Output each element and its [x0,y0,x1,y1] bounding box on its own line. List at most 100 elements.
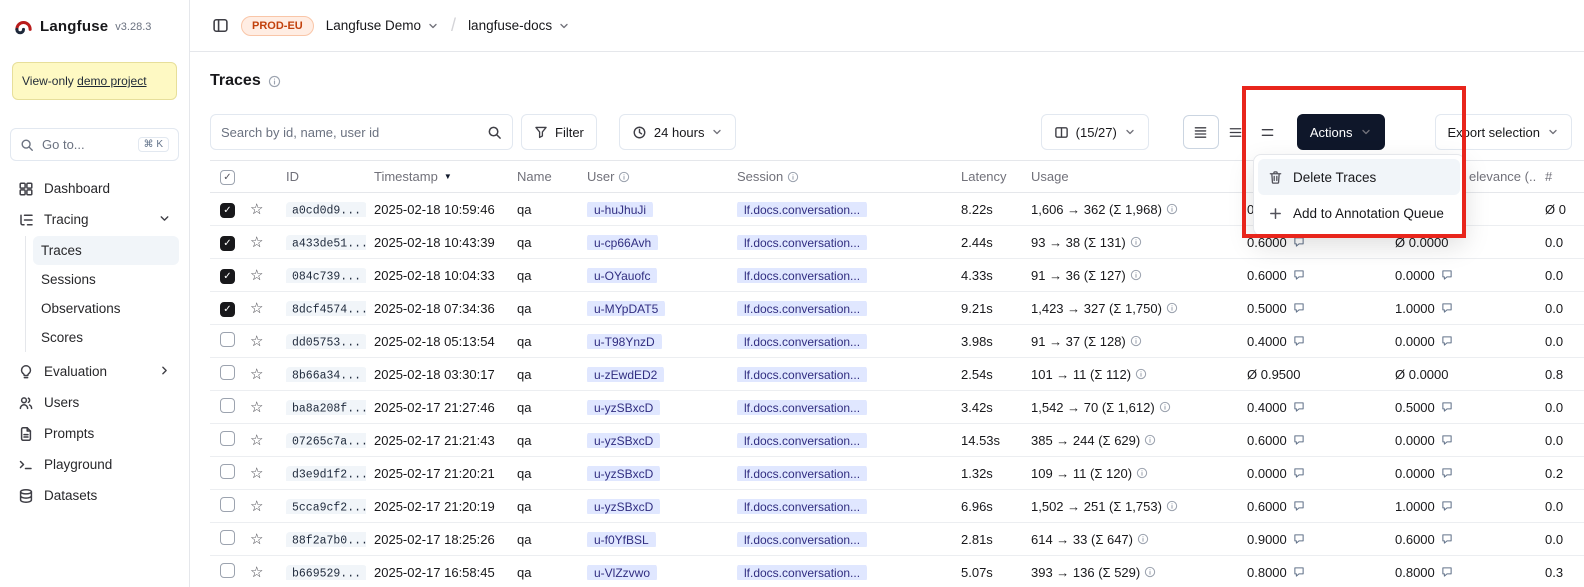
row-checkbox[interactable] [220,530,235,545]
col-header-timestamp[interactable]: Timestamp ▼ [366,169,509,184]
row-checkbox[interactable]: ✓ [220,203,235,218]
demo-project-link[interactable]: demo project [77,74,146,88]
trace-id-link[interactable]: 88f2a7b0... [286,532,366,548]
session-badge[interactable]: lf.docs.conversation... [737,532,867,547]
bookmark-star-icon[interactable]: ☆ [246,563,278,581]
sidebar-item-users[interactable]: Users [10,387,179,418]
user-badge[interactable]: u-yzSBxcD [587,466,660,481]
actions-button[interactable]: Actions [1297,114,1385,150]
project-picker[interactable]: langfuse-docs [468,18,570,33]
time-range-button[interactable]: 24 hours [619,114,737,150]
user-badge[interactable]: u-zEwdED2 [587,367,664,382]
bookmark-star-icon[interactable]: ☆ [246,530,278,548]
bookmark-star-icon[interactable]: ☆ [246,464,278,482]
bookmark-star-icon[interactable]: ☆ [246,398,278,416]
export-selection-button[interactable]: Export selection [1435,114,1573,150]
sidebar-item-evaluation[interactable]: Evaluation [10,356,179,387]
trace-id-link[interactable]: ba8a208f... [286,400,366,416]
user-badge[interactable]: u-yzSBxcD [587,400,660,415]
row-checkbox[interactable]: ✓ [220,302,235,317]
table-row[interactable]: ☆88f2a7b0...2025-02-17 18:25:26qau-f0YfB… [210,523,1584,556]
table-row[interactable]: ☆07265c7a...2025-02-17 21:21:43qau-yzSBx… [210,424,1584,457]
bookmark-star-icon[interactable]: ☆ [246,365,278,383]
row-checkbox[interactable] [220,563,235,578]
brand[interactable]: Langfuse v3.28.3 [0,0,189,52]
col-header-name[interactable]: Name [509,169,579,184]
session-badge[interactable]: lf.docs.conversation... [737,433,867,448]
row-checkbox[interactable] [220,464,235,479]
table-row[interactable]: ✓☆084c739...2025-02-18 10:04:33qau-OYauo… [210,259,1584,292]
bookmark-star-icon[interactable]: ☆ [246,299,278,317]
col-header-session[interactable]: Session [729,169,953,184]
sidebar-item-dashboard[interactable]: Dashboard [10,173,179,204]
session-badge[interactable]: lf.docs.conversation... [737,334,867,349]
bookmark-star-icon[interactable]: ☆ [246,332,278,350]
row-checkbox[interactable]: ✓ [220,236,235,251]
filter-button[interactable]: Filter [521,114,597,150]
org-picker[interactable]: Langfuse Demo [326,18,439,33]
trace-id-link[interactable]: 5cca9cf2... [286,499,366,515]
table-row[interactable]: ☆8b66a34...2025-02-18 03:30:17qau-zEwdED… [210,358,1584,391]
user-badge[interactable]: u-OYauofc [587,268,657,283]
table-row[interactable]: ☆b669529...2025-02-17 16:58:45qau-VlZzvw… [210,556,1584,587]
goto-search[interactable]: Go to... ⌘ K [10,128,179,161]
user-badge[interactable]: u-VlZzvwo [587,565,657,580]
user-badge[interactable]: u-huJhuJi [587,202,653,217]
user-badge[interactable]: u-T98YnzD [587,334,662,349]
column-visibility-button[interactable]: (15/27) [1041,114,1149,150]
session-badge[interactable]: lf.docs.conversation... [737,301,867,316]
sidebar-item-prompts[interactable]: Prompts [10,418,179,449]
search-input[interactable] [221,125,479,140]
trace-id-link[interactable]: a0cd0d9... [286,202,366,218]
col-header-latency[interactable]: Latency [953,169,1023,184]
trace-id-link[interactable]: b669529... [286,565,366,581]
row-checkbox[interactable] [220,431,235,446]
sidebar-item-observations[interactable]: Observations [33,294,179,323]
col-header-usage[interactable]: Usage [1023,169,1239,184]
sidebar-item-scores[interactable]: Scores [33,323,179,352]
sidebar-toggle-button[interactable] [212,17,229,34]
session-badge[interactable]: lf.docs.conversation... [737,499,867,514]
user-badge[interactable]: u-yzSBxcD [587,499,660,514]
sidebar-item-tracing[interactable]: Tracing [10,204,179,235]
trace-id-link[interactable]: d3e9d1f2... [286,466,366,482]
user-badge[interactable]: u-cp66Avh [587,235,658,250]
sidebar-item-datasets[interactable]: Datasets [10,480,179,511]
table-row[interactable]: ☆5cca9cf2...2025-02-17 21:20:19qau-yzSBx… [210,490,1584,523]
table-row[interactable]: ☆dd05753...2025-02-18 05:13:54qau-T98Ynz… [210,325,1584,358]
menu-item-add-to-annotation-queue[interactable]: Add to Annotation Queue [1258,195,1460,231]
bookmark-star-icon[interactable]: ☆ [246,431,278,449]
user-badge[interactable]: u-f0YfBSL [587,532,656,547]
select-all-checkbox[interactable]: ✓ [220,170,235,185]
session-badge[interactable]: lf.docs.conversation... [737,367,867,382]
row-checkbox[interactable] [220,365,235,380]
trace-id-link[interactable]: 07265c7a... [286,433,366,449]
row-height-large-button[interactable] [1253,115,1283,149]
search-icon[interactable] [487,125,502,140]
trace-id-link[interactable]: 8b66a34... [286,367,366,383]
trace-id-link[interactable]: 8dcf4574... [286,301,366,317]
bookmark-star-icon[interactable]: ☆ [246,233,278,251]
session-badge[interactable]: lf.docs.conversation... [737,400,867,415]
user-badge[interactable]: u-MYpDAT5 [587,301,665,316]
session-badge[interactable]: lf.docs.conversation... [737,466,867,481]
trace-id-link[interactable]: a433de51... [286,235,366,251]
session-badge[interactable]: lf.docs.conversation... [737,235,867,250]
session-badge[interactable]: lf.docs.conversation... [737,268,867,283]
bookmark-star-icon[interactable]: ☆ [246,200,278,218]
row-checkbox[interactable] [220,398,235,413]
row-height-small-button[interactable] [1183,115,1219,149]
trace-id-link[interactable]: dd05753... [286,334,366,350]
row-checkbox[interactable] [220,332,235,347]
row-checkbox[interactable]: ✓ [220,269,235,284]
row-height-medium-button[interactable] [1221,115,1251,149]
session-badge[interactable]: lf.docs.conversation... [737,565,867,580]
table-row[interactable]: ☆ba8a208f...2025-02-17 21:27:46qau-yzSBx… [210,391,1584,424]
session-badge[interactable]: lf.docs.conversation... [737,202,867,217]
table-row[interactable]: ✓☆8dcf4574...2025-02-18 07:34:36qau-MYpD… [210,292,1584,325]
row-checkbox[interactable] [220,497,235,512]
user-badge[interactable]: u-yzSBxcD [587,433,660,448]
bookmark-star-icon[interactable]: ☆ [246,497,278,515]
col-header-id[interactable]: ID [278,169,366,184]
col-header-score3[interactable]: elevance (... [1461,169,1537,184]
